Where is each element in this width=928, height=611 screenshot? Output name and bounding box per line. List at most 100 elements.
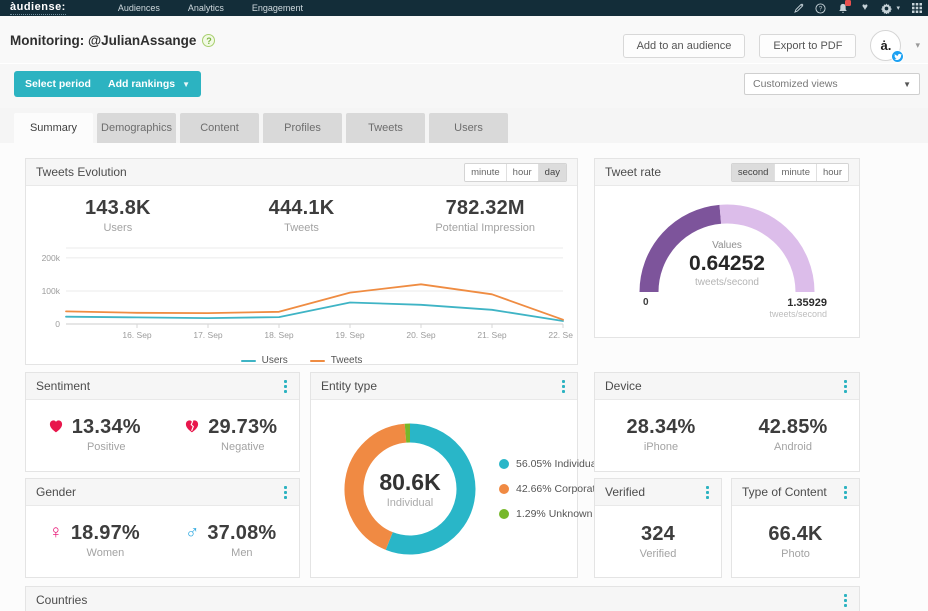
panel-title: Type of Content	[742, 485, 827, 499]
gauge-unit: tweets/second	[627, 277, 827, 288]
heart-icon	[48, 419, 64, 439]
export-pdf-button[interactable]: Export to PDF	[759, 34, 856, 58]
stat-verified: 324 Verified	[595, 506, 721, 576]
header-actions: Add to an audience Export to PDF ȧ. ▾	[623, 30, 920, 61]
toggle-minute[interactable]: minute	[465, 164, 507, 181]
add-rankings-button[interactable]: Add rankings▼	[97, 71, 201, 97]
gear-icon[interactable]	[881, 3, 892, 14]
tab-profiles[interactable]: Profiles	[263, 113, 342, 143]
monitoring-title: Monitoring: @JulianAssange	[10, 33, 196, 48]
avatar[interactable]: ȧ.	[870, 30, 901, 61]
svg-text:21. Sep: 21. Sep	[477, 330, 507, 340]
page-title: Monitoring: @JulianAssange?	[10, 33, 215, 48]
help-badge-icon[interactable]: ?	[202, 34, 215, 47]
stat-iphone: 28.34% iPhone	[595, 416, 727, 453]
stat-photo: 66.4K Photo	[732, 506, 859, 576]
gauge-caption: Values	[627, 240, 827, 251]
tab-content[interactable]: Content	[180, 113, 259, 143]
kebab-menu-icon[interactable]	[842, 378, 849, 395]
svg-text:16. Sep: 16. Sep	[122, 330, 152, 340]
tweets-line-swatch	[310, 360, 325, 362]
tab-bar: Summary Demographics Content Profiles Tw…	[14, 113, 508, 143]
corporate-swatch	[499, 484, 509, 494]
gauge-max-label: 1.35929 tweets/second	[769, 297, 827, 319]
legend-corporate: 42.66% Corporate	[499, 483, 601, 495]
tab-demographics[interactable]: Demographics	[97, 113, 176, 143]
svg-text:20. Sep: 20. Sep	[406, 330, 436, 340]
individual-swatch	[499, 459, 509, 469]
toggle-hour[interactable]: hour	[507, 164, 539, 181]
kebab-menu-icon[interactable]	[560, 378, 567, 395]
evolution-stats: 143.8K Users 444.1K Tweets 782.32M Poten…	[26, 186, 577, 240]
legend-individual: 56.05% Individual	[499, 458, 601, 470]
toggle-hour[interactable]: hour	[817, 164, 848, 181]
nav-menu: Audiences Analytics Engagement	[118, 3, 303, 13]
tab-tweets[interactable]: Tweets	[346, 113, 425, 143]
tab-summary[interactable]: Summary	[14, 113, 93, 143]
panel-countries: Countries	[25, 586, 860, 611]
stat-positive: 13.34% Positive	[26, 416, 163, 453]
panel-title: Countries	[36, 593, 87, 607]
nav-item-engagement[interactable]: Engagement	[252, 3, 303, 13]
page-header: Monitoring: @JulianAssange? Add to an au…	[0, 16, 928, 64]
apps-grid-icon[interactable]	[911, 3, 922, 14]
stat-users: 143.8K Users	[26, 197, 210, 234]
unknown-swatch	[499, 509, 509, 519]
gear-caret-icon: ▾	[896, 4, 900, 12]
donut-center-label: Individual	[387, 497, 433, 509]
audiense-logo[interactable]: àudiense:	[10, 1, 66, 15]
bell-icon[interactable]	[837, 3, 848, 14]
kebab-menu-icon[interactable]	[704, 484, 711, 501]
kebab-menu-icon[interactable]	[842, 592, 849, 609]
tab-users[interactable]: Users	[429, 113, 508, 143]
top-navbar: àudiense: Audiences Analytics Engagement…	[0, 0, 928, 16]
heart-icon[interactable]: ♥	[859, 3, 870, 14]
kebab-menu-icon[interactable]	[282, 484, 289, 501]
pencil-icon[interactable]	[793, 3, 804, 14]
panel-title: Sentiment	[36, 379, 90, 393]
toolbar: Select period▼ Add rankings▼ Customized …	[0, 64, 928, 108]
svg-text:19. Sep: 19. Sep	[335, 330, 365, 340]
audiense-dashboard: àudiense: Audiences Analytics Engagement…	[0, 0, 928, 611]
tweets-evolution-chart[interactable]: 0100k200k16. Sep17. Sep18. Sep19. Sep20.…	[26, 240, 577, 353]
male-icon: ♂	[185, 522, 199, 544]
kebab-menu-icon[interactable]	[282, 378, 289, 395]
panel-title: Device	[605, 379, 642, 393]
granularity-toggle: minute hour day	[464, 163, 567, 182]
stat-potential-impression: 782.32M Potential Impression	[393, 197, 577, 234]
account-caret-icon[interactable]: ▾	[915, 40, 920, 51]
panel-title: Gender	[36, 485, 76, 499]
female-icon: ♀	[49, 522, 63, 544]
help-icon[interactable]: ?	[815, 3, 826, 14]
entity-donut-chart[interactable]: 80.6K Individual	[335, 414, 485, 564]
svg-text:200k: 200k	[42, 253, 61, 263]
stat-negative: 29.73% Negative	[163, 416, 300, 453]
add-to-audience-button[interactable]: Add to an audience	[623, 34, 746, 58]
panel-entity-type: Entity type 80.6K Individual 56.05% Indi…	[310, 372, 578, 578]
legend-users[interactable]: Users	[241, 355, 288, 366]
gauge-value: 0.64252	[627, 252, 827, 276]
panel-type-of-content: Type of Content 66.4K Photo	[731, 478, 860, 578]
toggle-second[interactable]: second	[732, 164, 776, 181]
svg-text:22. Sep: 22. Sep	[548, 330, 573, 340]
panel-tweets-evolution: Tweets Evolution minute hour day 143.8K …	[25, 158, 578, 365]
nav-item-audiences[interactable]: Audiences	[118, 3, 160, 13]
donut-legend: 56.05% Individual 42.66% Corporate 1.29%…	[499, 458, 601, 520]
customized-views-select[interactable]: Customized views ▼	[744, 73, 920, 95]
svg-text:100k: 100k	[42, 286, 61, 296]
chart-legend: Users Tweets	[26, 355, 577, 366]
toggle-minute[interactable]: minute	[775, 164, 817, 181]
gauge-min-label: 0	[643, 297, 649, 308]
svg-text:18. Sep: 18. Sep	[264, 330, 294, 340]
caret-down-icon: ▼	[182, 80, 190, 89]
twitter-badge-icon	[891, 50, 904, 63]
nav-item-analytics[interactable]: Analytics	[188, 3, 224, 13]
toggle-day[interactable]: day	[539, 164, 566, 181]
kebab-menu-icon[interactable]	[842, 484, 849, 501]
panel-title: Verified	[605, 485, 645, 499]
panel-device: Device 28.34% iPhone 42.85% Android	[594, 372, 860, 472]
panel-title: Entity type	[321, 379, 377, 393]
notification-badge	[845, 0, 851, 6]
legend-tweets[interactable]: Tweets	[310, 355, 363, 366]
panel-title: Tweets Evolution	[36, 165, 127, 179]
